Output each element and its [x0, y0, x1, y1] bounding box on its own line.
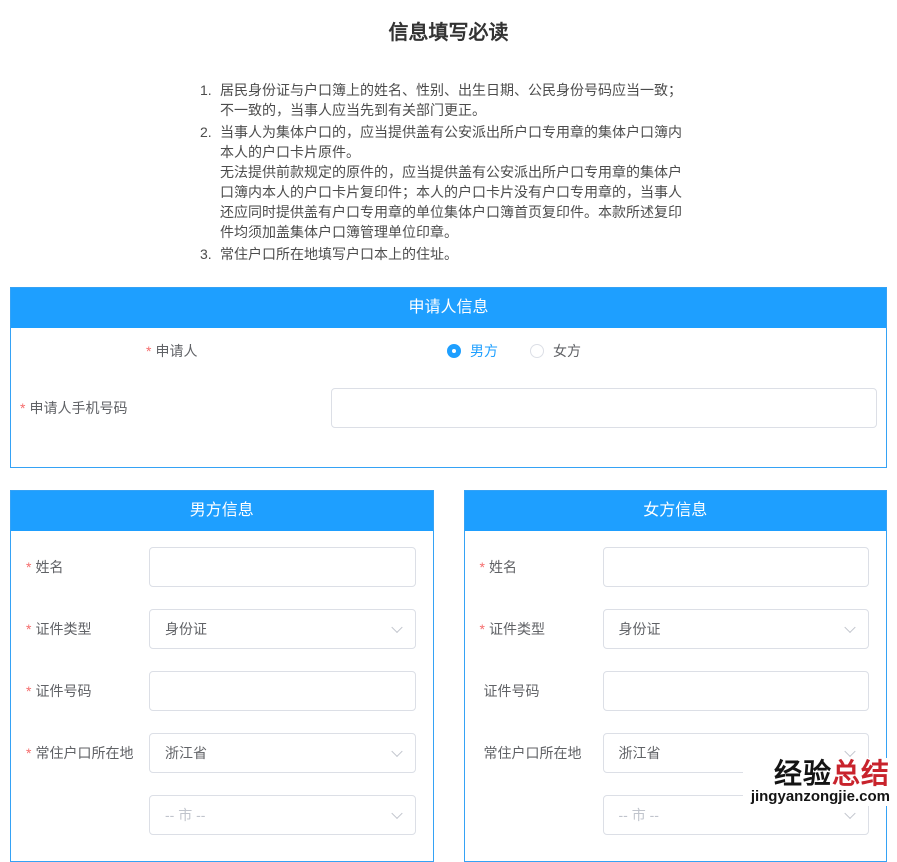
- applicant-section-header: 申请人信息: [11, 288, 886, 328]
- male-city-select[interactable]: -- 市 --: [149, 795, 416, 835]
- required-mark: *: [20, 400, 26, 416]
- female-name-row: * 姓名: [479, 547, 869, 587]
- radio-option-male[interactable]: 男方: [447, 341, 498, 361]
- watermark-site: jingyanzongjie.com: [750, 787, 890, 805]
- radio-female-unselected-icon[interactable]: [530, 344, 544, 358]
- male-city-placeholder: -- 市 --: [165, 807, 206, 823]
- male-residence-label: * 常住户口所在地: [26, 745, 134, 761]
- male-cert-type-value: 身份证: [165, 621, 207, 637]
- notice-list: 1. 居民身份证与户口簿上的姓名、性别、出生日期、公民身份号码应当一致；不一致的…: [200, 80, 684, 264]
- required-mark: *: [146, 343, 152, 359]
- required-mark: *: [26, 745, 32, 761]
- notice-item-number: 2.: [200, 124, 212, 140]
- notice-item-text: 居民身份证与户口簿上的姓名、性别、出生日期、公民身份号码应当一致；不一致的，当事…: [220, 82, 682, 118]
- male-name-input[interactable]: [149, 547, 416, 587]
- chevron-down-icon: [844, 807, 856, 820]
- applicant-info-section: 申请人信息 * 申请人 男方 女方 * 申请人手机号码: [10, 287, 887, 468]
- watermark-text-red: 总结: [831, 758, 890, 789]
- chevron-down-icon: [390, 621, 403, 634]
- notice-item-1: 1. 居民身份证与户口簿上的姓名、性别、出生日期、公民身份号码应当一致；不一致的…: [200, 80, 684, 120]
- male-cert-type-label: * 证件类型: [26, 621, 92, 637]
- male-cert-type-row: * 证件类型 身份证: [26, 609, 416, 649]
- female-section-header: 女方信息: [464, 491, 886, 531]
- radio-female-label[interactable]: 女方: [553, 341, 581, 361]
- applicant-radio-group: 男方 女方: [447, 341, 581, 361]
- page-title: 信息填写必读: [388, 22, 509, 44]
- male-cert-no-row: * 证件号码: [26, 671, 416, 711]
- watermark: 经验总结 jingyanzongjie.com: [742, 758, 895, 806]
- notice-item-text: 常住户口所在地填写户口本上的住址。: [220, 246, 458, 262]
- notice-item-2: 2. 当事人为集体户口的，应当提供盖有公安派出所户口专用章的集体户口簿内本人的户…: [200, 122, 684, 242]
- notice-item-text: 无法提供前款规定的原件的，应当提供盖有公安派出所户口专用章的集体户口簿内本人的户…: [220, 164, 682, 240]
- chevron-down-icon: [390, 807, 403, 820]
- female-cert-type-label: * 证件类型: [479, 621, 545, 637]
- female-city-placeholder: -- 市 --: [618, 807, 659, 823]
- applicant-row: * 申请人 男方 女方: [11, 337, 886, 365]
- required-mark: *: [26, 683, 32, 699]
- applicant-label: * 申请人: [146, 343, 198, 359]
- male-province-value: 浙江省: [165, 745, 207, 761]
- female-cert-type-value: 身份证: [618, 621, 661, 637]
- female-cert-type-select[interactable]: 身份证: [602, 609, 869, 649]
- female-province-value: 浙江省: [618, 745, 661, 761]
- chevron-down-icon: [844, 621, 856, 634]
- female-residence-label: 常住户口所在地: [483, 745, 582, 761]
- female-info-section: 女方信息 * 姓名 * 证件类型 身份证 证件号码 常住户口所在地 浙江省 --…: [463, 490, 887, 862]
- phone-label: * 申请人手机号码: [20, 400, 128, 416]
- phone-input[interactable]: [331, 388, 877, 428]
- male-cert-no-input[interactable]: [149, 671, 416, 711]
- required-mark: *: [26, 559, 32, 575]
- female-cert-no-row: 证件号码: [480, 671, 869, 711]
- female-name-input[interactable]: [602, 547, 869, 587]
- chevron-down-icon: [844, 745, 856, 758]
- male-section-header: 男方信息: [11, 491, 433, 531]
- radio-dot: [452, 349, 456, 353]
- male-info-section: 男方信息 * 姓名 * 证件类型 身份证 * 证件号码 * 常住户口所在地 浙江…: [10, 490, 434, 862]
- female-cert-no-label: 证件号码: [483, 683, 540, 699]
- required-mark: *: [26, 621, 32, 637]
- radio-male-label[interactable]: 男方: [470, 341, 498, 361]
- notice-item-number: 3.: [200, 246, 212, 262]
- radio-male-selected-icon[interactable]: [447, 344, 461, 358]
- required-mark: *: [479, 621, 485, 637]
- male-province-select[interactable]: 浙江省: [149, 733, 416, 773]
- radio-option-female[interactable]: 女方: [530, 341, 581, 361]
- notice-item-3: 3. 常住户口所在地填写户口本上的住址。: [200, 244, 684, 264]
- person-columns: 男方信息 * 姓名 * 证件类型 身份证 * 证件号码 * 常住户口所在地 浙江…: [10, 490, 887, 862]
- male-residence-row: * 常住户口所在地 浙江省: [26, 733, 416, 773]
- notice-item-text: 当事人为集体户口的，应当提供盖有公安派出所户口专用章的集体户口簿内本人的户口卡片…: [220, 124, 682, 160]
- chevron-down-icon: [390, 745, 403, 758]
- male-cert-type-select[interactable]: 身份证: [149, 609, 416, 649]
- female-cert-type-row: * 证件类型 身份证: [479, 609, 869, 649]
- watermark-text-black: 经验: [773, 758, 832, 789]
- male-city-row: -- 市 --: [26, 795, 416, 835]
- male-cert-no-label: * 证件号码: [26, 683, 92, 699]
- male-name-label: * 姓名: [26, 559, 64, 575]
- male-name-row: * 姓名: [26, 547, 416, 587]
- female-cert-no-input[interactable]: [602, 671, 869, 711]
- female-name-label: * 姓名: [479, 559, 517, 575]
- required-mark: *: [479, 559, 485, 575]
- phone-row: * 申请人手机号码: [11, 388, 886, 428]
- notice-item-number: 1.: [200, 82, 212, 98]
